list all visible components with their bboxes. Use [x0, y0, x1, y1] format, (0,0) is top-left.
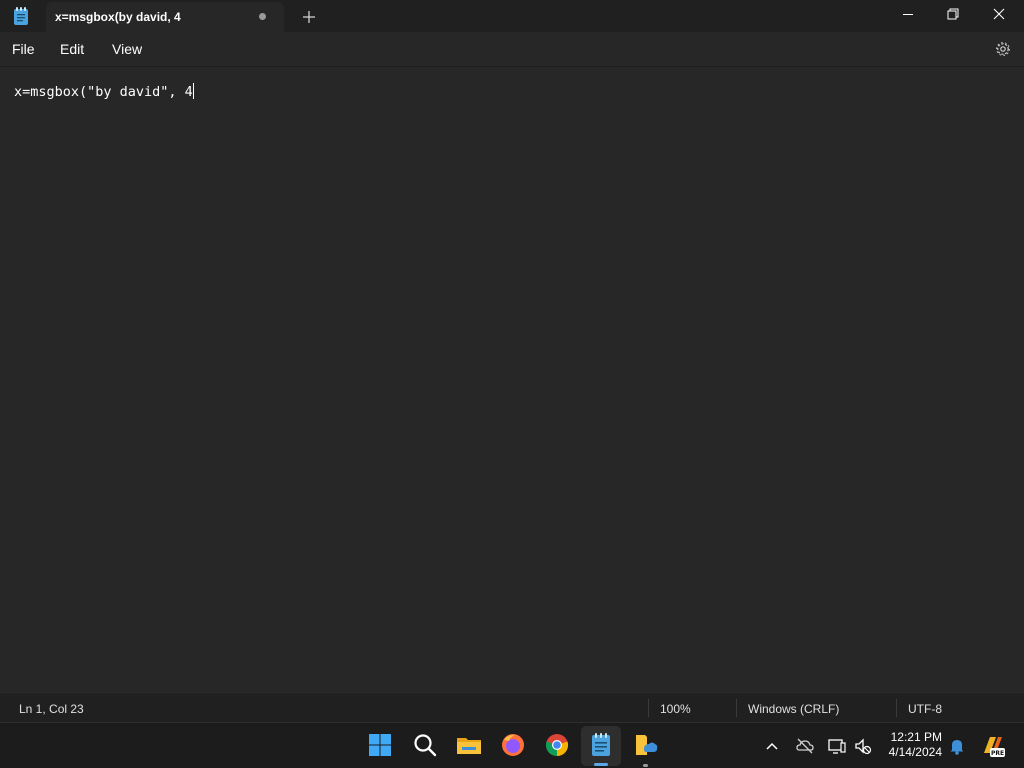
- cloud-offline-icon[interactable]: [795, 736, 815, 756]
- onedrive-folder-icon[interactable]: [631, 731, 659, 759]
- volume-muted-icon[interactable]: [853, 736, 873, 756]
- file-explorer-icon[interactable]: [455, 731, 483, 759]
- tab-document[interactable]: x=msgbox(by david, 4: [46, 2, 284, 32]
- copilot-pre-icon[interactable]: PRE: [980, 733, 1006, 759]
- title-bar: x=msgbox(by david, 4: [0, 0, 1024, 32]
- text-editor[interactable]: x=msgbox("by david", 4: [0, 66, 1024, 692]
- start-icon[interactable]: [366, 731, 394, 759]
- search-icon[interactable]: [411, 731, 439, 759]
- notepad-app-icon: [14, 7, 28, 25]
- clock-time: 12:21 PM: [890, 730, 942, 744]
- status-bar: Ln 1, Col 23 100% Windows (CRLF) UTF-8: [0, 692, 1024, 722]
- menu-view[interactable]: View: [112, 41, 142, 57]
- encoding[interactable]: UTF-8: [908, 702, 942, 716]
- firefox-icon[interactable]: [499, 731, 527, 759]
- system-clock[interactable]: 12:21 PM 4/14/2024: [880, 730, 942, 760]
- text-caret: [192, 83, 194, 99]
- menu-bar: File Edit View: [0, 32, 1024, 66]
- network-icon[interactable]: [827, 736, 847, 756]
- notepad-icon[interactable]: [587, 731, 615, 759]
- cursor-position: Ln 1, Col 23: [19, 702, 84, 716]
- chrome-icon[interactable]: [543, 731, 571, 759]
- menu-edit[interactable]: Edit: [60, 41, 84, 57]
- status-divider: [736, 699, 737, 717]
- new-tab-button[interactable]: [298, 6, 320, 28]
- menu-file[interactable]: File: [12, 41, 35, 57]
- settings-gear-icon[interactable]: [994, 40, 1012, 58]
- clock-date: 4/14/2024: [888, 745, 942, 759]
- minimize-button[interactable]: [885, 0, 931, 30]
- bell-icon[interactable]: [947, 736, 967, 756]
- editor-line-1: x=msgbox("by david", 4: [14, 84, 193, 100]
- taskbar: 12:21 PM 4/14/2024 PRE: [0, 722, 1024, 768]
- unsaved-indicator-icon[interactable]: [259, 13, 266, 20]
- restore-button[interactable]: [930, 0, 976, 30]
- running-app-dot: [643, 764, 648, 767]
- close-button[interactable]: [976, 0, 1022, 30]
- editor-content[interactable]: x=msgbox("by david", 4: [14, 83, 194, 100]
- chevron-up-icon[interactable]: [762, 736, 782, 756]
- status-divider: [648, 699, 649, 717]
- tab-title: x=msgbox(by david, 4: [55, 10, 181, 24]
- zoom-level[interactable]: 100%: [660, 702, 691, 716]
- active-app-indicator: [594, 763, 608, 766]
- line-endings[interactable]: Windows (CRLF): [748, 702, 839, 716]
- status-divider: [896, 699, 897, 717]
- svg-text:PRE: PRE: [991, 750, 1004, 757]
